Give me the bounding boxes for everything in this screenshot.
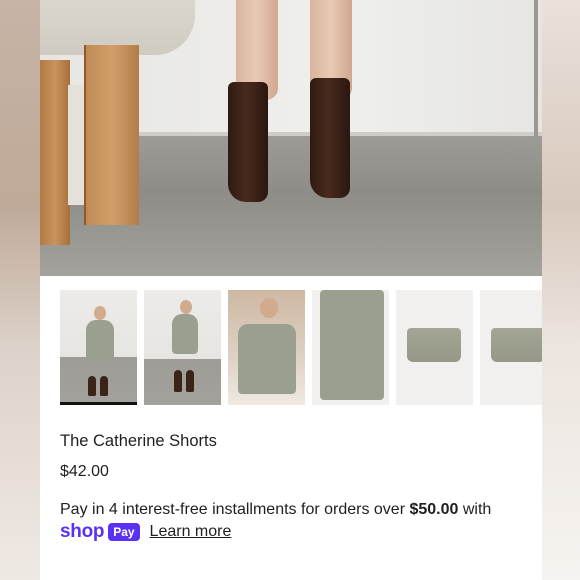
thumbnail-figure: [172, 314, 198, 354]
learn-more-link[interactable]: Learn more: [150, 523, 232, 541]
thumbnail-shorts: [491, 328, 542, 362]
shop-pay-row: shop Pay Learn more: [60, 520, 231, 544]
thumbnail-figure-head: [180, 300, 192, 314]
thumbnail-figure: [320, 290, 384, 400]
product-main-image[interactable]: [40, 0, 542, 276]
thumbnail-strip: [60, 290, 542, 406]
thumbnail-4[interactable]: [312, 290, 389, 405]
hero-boot: [228, 82, 268, 202]
hero-pole: [534, 0, 538, 138]
installments-text-after: with: [458, 501, 492, 518]
hero-boot: [310, 78, 350, 198]
thumbnail-boot: [100, 376, 108, 396]
product-price: $42.00: [60, 463, 109, 480]
installments-text-before: Pay in 4 interest-free installments for …: [60, 501, 410, 518]
background-right: [542, 0, 580, 580]
thumbnail-1[interactable]: [60, 290, 137, 405]
hero-bench-leg: [84, 45, 139, 225]
thumbnail-shorts: [407, 328, 461, 362]
product-title: The Catherine Shorts: [60, 432, 217, 450]
thumbnail-figure: [238, 324, 296, 394]
shop-logo: shop: [60, 521, 105, 542]
hero-bench-leg: [40, 60, 70, 245]
thumbnail-figure-head: [94, 306, 106, 320]
installments-text: Pay in 4 interest-free installments for …: [60, 498, 530, 522]
thumbnail-3[interactable]: [228, 290, 305, 405]
product-card: The Catherine Shorts $42.00 Pay in 4 int…: [40, 0, 542, 580]
pay-badge: Pay: [108, 523, 140, 541]
installments-threshold: $50.00: [409, 501, 459, 518]
thumbnail-figure-head: [260, 298, 278, 318]
thumbnail-figure: [86, 320, 114, 360]
thumbnail-boot: [88, 376, 96, 396]
thumbnail-boot: [186, 370, 194, 392]
hero-bench-panel: [68, 85, 84, 205]
thumbnail-5[interactable]: [396, 290, 473, 405]
thumbnail-6[interactable]: [480, 290, 542, 405]
background-left: [0, 0, 40, 580]
thumbnail-boot: [174, 370, 182, 392]
thumbnail-2[interactable]: [144, 290, 221, 405]
